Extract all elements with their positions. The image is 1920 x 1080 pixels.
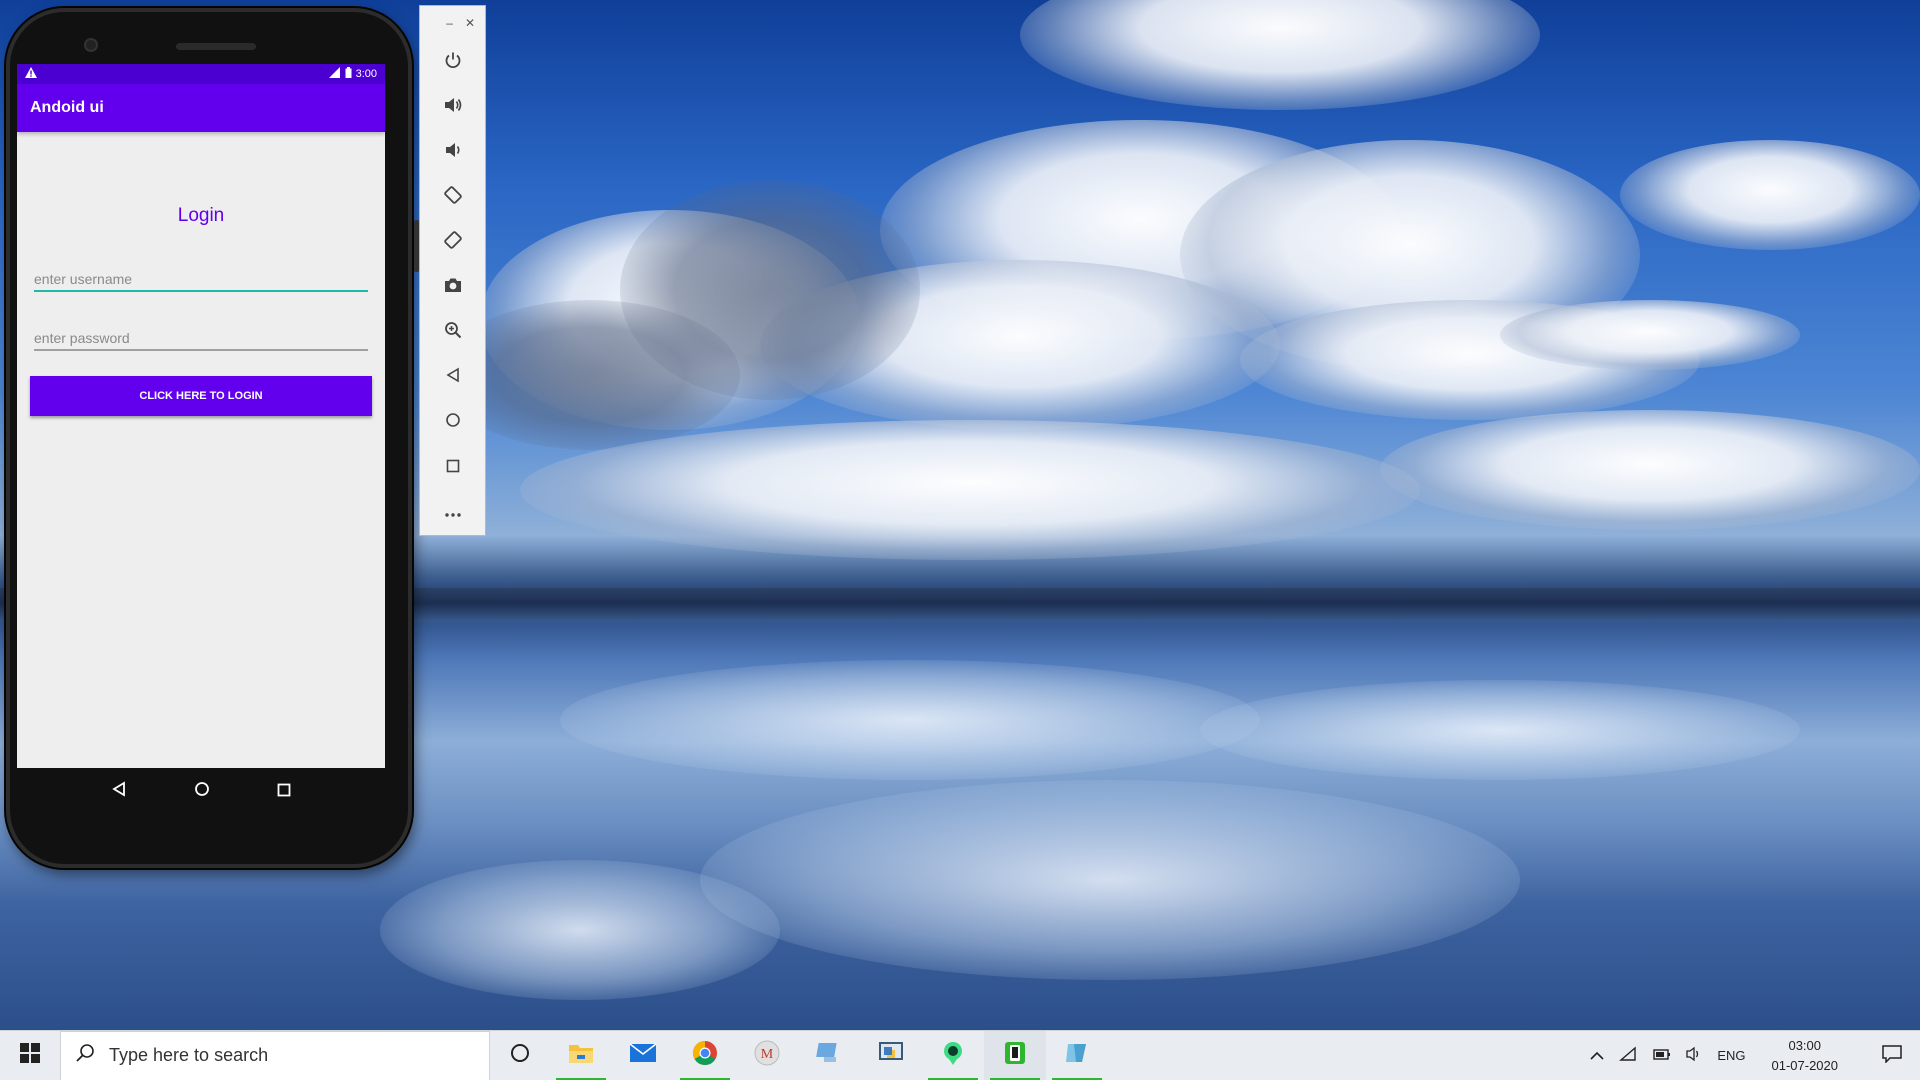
- more-icon: [444, 502, 462, 523]
- task-view-button[interactable]: [490, 1031, 550, 1080]
- status-time: 3:00: [355, 68, 377, 80]
- nav-recents-icon[interactable]: [277, 781, 291, 802]
- zoom-button[interactable]: [420, 310, 485, 355]
- power-button[interactable]: [420, 40, 485, 85]
- start-button[interactable]: [0, 1031, 60, 1080]
- language-indicator[interactable]: ENG: [1717, 1048, 1745, 1063]
- taskbar-gmail[interactable]: M: [736, 1031, 798, 1080]
- emulator-icon: [1004, 1041, 1026, 1070]
- overview-icon: [446, 457, 460, 478]
- volume-down-icon: [444, 141, 462, 164]
- taskbar-chrome[interactable]: [674, 1031, 736, 1080]
- volume-down-button[interactable]: [420, 130, 485, 175]
- search-icon: [75, 1043, 95, 1068]
- svg-text:M: M: [761, 1047, 774, 1062]
- rotate-left-icon: [443, 185, 463, 210]
- taskbar-android-studio[interactable]: [922, 1031, 984, 1080]
- system-tray: ENG 03:00 01-07-2020: [1589, 1031, 1920, 1080]
- app-icon: [1064, 1041, 1090, 1070]
- search-placeholder: Type here to search: [109, 1045, 269, 1065]
- app-bar: Andoid ui: [17, 84, 385, 132]
- nav-back-icon[interactable]: [111, 780, 127, 802]
- phone-speaker: [176, 43, 256, 50]
- warning-icon: [25, 67, 37, 81]
- home-button[interactable]: [420, 400, 485, 445]
- close-icon[interactable]: ✕: [465, 16, 475, 30]
- android-studio-icon: [940, 1040, 966, 1071]
- rotate-right-button[interactable]: [420, 220, 485, 265]
- rotate-left-button[interactable]: [420, 175, 485, 220]
- clock-date: 01-07-2020: [1771, 1057, 1839, 1073]
- windows-logo-icon: [20, 1043, 40, 1068]
- minimize-icon[interactable]: –: [446, 16, 453, 30]
- emulator-toolbar: – ✕: [419, 5, 486, 536]
- taskbar-mail[interactable]: [612, 1031, 674, 1080]
- login-title: Login: [177, 205, 225, 226]
- clock[interactable]: 03:00 01-07-2020: [1760, 1036, 1851, 1076]
- screenshot-button[interactable]: [420, 265, 485, 310]
- battery-icon[interactable]: [1651, 1047, 1671, 1064]
- connect-icon: [816, 1041, 842, 1070]
- python-idle-icon: [878, 1041, 904, 1070]
- signal-icon: [328, 67, 341, 81]
- cortana-icon: [510, 1043, 530, 1069]
- taskbar-search-box[interactable]: Type here to search: [60, 1030, 490, 1080]
- power-icon: [444, 51, 462, 74]
- camera-icon: [443, 276, 463, 299]
- nav-home-icon[interactable]: [194, 781, 210, 802]
- battery-icon: [345, 67, 352, 81]
- rotate-right-icon: [443, 230, 463, 255]
- taskbar-python-idle[interactable]: [860, 1031, 922, 1080]
- taskbar: Type here to search M ENG 03:00 01-07-20…: [0, 1030, 1920, 1080]
- more-button[interactable]: [420, 490, 485, 535]
- taskbar-connect[interactable]: [798, 1031, 860, 1080]
- taskbar-file-explorer[interactable]: [550, 1031, 612, 1080]
- zoom-icon: [444, 321, 462, 344]
- volume-icon[interactable]: [1685, 1046, 1703, 1065]
- home-icon: [445, 412, 461, 433]
- gmail-icon: M: [754, 1040, 780, 1071]
- mail-icon: [629, 1043, 657, 1068]
- phone-nav-bar: [17, 768, 385, 814]
- volume-up-button[interactable]: [420, 85, 485, 130]
- phone-camera: [84, 38, 98, 52]
- notification-center-button[interactable]: [1864, 1031, 1920, 1080]
- app-bar-title: Andoid ui: [30, 99, 104, 116]
- username-input[interactable]: enter username: [34, 266, 368, 292]
- password-input[interactable]: enter password: [34, 325, 368, 351]
- status-bar: 3:00: [17, 64, 385, 84]
- show-hidden-icons-icon[interactable]: [1589, 1048, 1605, 1063]
- clock-time: 03:00: [1788, 1037, 1822, 1053]
- file-explorer-icon: [568, 1042, 594, 1069]
- wifi-icon[interactable]: [1619, 1046, 1637, 1065]
- volume-up-icon: [443, 96, 463, 119]
- notification-icon: [1882, 1045, 1902, 1066]
- emulator-toolbar-titlebar: – ✕: [420, 6, 485, 40]
- overview-button[interactable]: [420, 445, 485, 490]
- back-icon: [445, 367, 461, 388]
- taskbar-emulator[interactable]: [984, 1030, 1046, 1080]
- chrome-icon: [692, 1040, 718, 1071]
- back-button[interactable]: [420, 355, 485, 400]
- login-button[interactable]: CLICK HERE TO LOGIN: [30, 376, 372, 416]
- taskbar-app[interactable]: [1046, 1031, 1108, 1080]
- phone-screen: 3:00 Andoid ui Login enter username ente…: [17, 64, 385, 768]
